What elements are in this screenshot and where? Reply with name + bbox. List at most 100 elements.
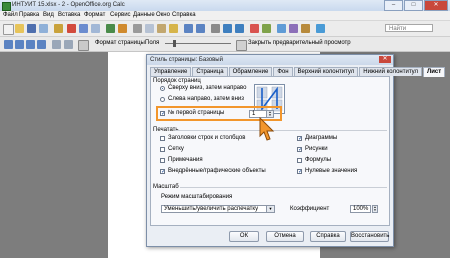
checkbox-objects[interactable]: ✓ [160, 169, 165, 174]
help-button[interactable]: Справка [310, 231, 346, 242]
margins-button[interactable]: Поля [145, 40, 159, 46]
help-icon[interactable] [316, 24, 325, 33]
close-preview-button[interactable]: Закрыть предварительный просмотр [248, 40, 351, 46]
tab-background[interactable]: Фон [273, 67, 293, 76]
undo-icon[interactable] [184, 24, 193, 33]
menu-tools[interactable]: Сервис [110, 12, 131, 18]
data-sources-icon[interactable] [301, 24, 310, 33]
page-order-heading: Порядок страниц [153, 78, 201, 84]
label-drawings[interactable]: Рисунки [305, 146, 328, 152]
radio-left-right-label[interactable]: Слева направо, затем вниз [168, 96, 244, 102]
search-input[interactable]: Найти [385, 24, 433, 32]
label-charts[interactable]: Диаграммы [305, 135, 337, 141]
last-page-icon[interactable] [37, 40, 46, 49]
scale-coefficient-value[interactable]: 100% [353, 206, 368, 212]
gallery-icon[interactable] [289, 24, 298, 33]
tab-sheet[interactable]: Лист [423, 67, 446, 77]
previous-page-icon[interactable] [4, 40, 13, 49]
tab-header[interactable]: Верхний колонтитул [293, 67, 359, 76]
label-formulas[interactable]: Формулы [305, 157, 331, 163]
print-divider [175, 130, 387, 131]
close-preview-icon[interactable] [236, 40, 247, 51]
first-page-icon[interactable] [26, 40, 35, 49]
draw-functions-icon[interactable] [262, 24, 271, 33]
page-preview-icon[interactable] [91, 24, 100, 33]
radio-top-down[interactable] [160, 86, 165, 91]
cut-icon[interactable] [133, 24, 142, 33]
scale-heading: Масштаб [153, 184, 179, 190]
menu-data[interactable]: Данные [133, 12, 155, 18]
ok-button[interactable]: ОК [229, 231, 259, 242]
menu-view[interactable]: Вид [43, 12, 54, 18]
open-folder-icon[interactable] [15, 24, 24, 33]
menu-window[interactable]: Окно [156, 12, 170, 18]
scale-coefficient-label: Коэффициент [290, 206, 330, 212]
scale-mode-value[interactable]: Уменьшить/увеличить распечатку [164, 206, 258, 212]
radio-left-right[interactable] [160, 97, 165, 102]
label-objects[interactable]: Внедрённые/графические объекты [168, 168, 266, 174]
full-screen-icon[interactable] [78, 40, 89, 51]
first-page-number-checkbox[interactable]: ✓ [160, 111, 165, 116]
email-icon[interactable] [39, 24, 48, 33]
checkbox-grid[interactable] [160, 147, 165, 152]
zoom-slider-thumb[interactable] [173, 40, 176, 47]
chart-icon[interactable] [250, 24, 259, 33]
sort-ascending-icon[interactable] [223, 24, 232, 33]
dialog-close-button[interactable]: ✕ [379, 56, 391, 63]
checkbox-row-col-headers[interactable] [160, 136, 165, 141]
export-pdf-icon[interactable] [67, 24, 76, 33]
copy-icon[interactable] [145, 24, 154, 33]
menu-help[interactable]: Справка [172, 12, 196, 18]
preview-toolbar: Формат страницы Поля Закрыть предварител… [0, 37, 450, 52]
menu-bar: Файл Правка Вид Вставка Формат Сервис Да… [0, 11, 450, 21]
reset-button[interactable]: Восстановить [350, 231, 389, 242]
menu-format[interactable]: Формат [84, 12, 105, 18]
maximize-button[interactable]: □ [404, 0, 423, 11]
menu-file[interactable]: Файл [3, 12, 18, 18]
close-button[interactable]: ✕ [424, 0, 448, 11]
label-grid[interactable]: Сетку [168, 146, 184, 152]
tab-footer[interactable]: Нижний колонтитул [359, 67, 423, 76]
checkbox-comments[interactable] [160, 158, 165, 163]
label-zero-values[interactable]: Нулевые значения [305, 168, 357, 174]
edit-file-icon[interactable] [54, 24, 63, 33]
spellcheck-icon[interactable] [106, 24, 115, 33]
checkbox-charts[interactable]: ✓ [297, 136, 302, 141]
minimize-button[interactable]: – [384, 0, 403, 11]
label-row-col-headers[interactable]: Заголовки строк и столбцов [168, 135, 245, 141]
page-format-button[interactable]: Формат страницы [95, 40, 145, 46]
sort-descending-icon[interactable] [235, 24, 244, 33]
cancel-button[interactable]: Отмена [266, 231, 304, 242]
dialog-titlebar: Стиль страницы: Базовый ✕ [147, 55, 393, 65]
label-comments[interactable]: Примечания [168, 157, 203, 163]
paste-icon[interactable] [157, 24, 166, 33]
checkbox-formulas[interactable] [297, 158, 302, 163]
menu-edit[interactable]: Правка [19, 12, 39, 18]
new-document-icon[interactable] [3, 24, 14, 35]
radio-top-down-label[interactable]: Сверху вниз, затем направо [168, 85, 246, 91]
checkbox-drawings[interactable]: ✓ [297, 147, 302, 152]
redo-icon[interactable] [196, 24, 205, 33]
tab-organizer[interactable]: Управление [150, 67, 192, 76]
zoom-out-icon[interactable] [64, 40, 73, 49]
first-page-number-value[interactable]: 1 [252, 111, 255, 117]
navigator-icon[interactable] [277, 24, 286, 33]
zoom-in-icon[interactable] [52, 40, 61, 49]
tab-page[interactable]: Страница [192, 67, 228, 76]
window-title: ИНТУИТ 15.xlsx - 2 - OpenOffice.org Calc [12, 2, 125, 8]
first-page-number-label[interactable]: № первой страницы [168, 110, 224, 116]
print-icon[interactable] [79, 24, 88, 33]
scale-coefficient-input[interactable]: 100% [350, 205, 371, 213]
format-paintbrush-icon[interactable] [169, 24, 178, 33]
checkbox-zero-values[interactable]: ✓ [297, 169, 302, 174]
menu-insert[interactable]: Вставка [58, 12, 80, 18]
scale-mode-label: Режим масштабирования [161, 194, 233, 200]
hyperlink-icon[interactable] [211, 24, 220, 33]
chevron-down-icon[interactable]: ▼ [266, 206, 274, 212]
tab-borders[interactable]: Обрамление [228, 67, 273, 76]
save-icon[interactable] [27, 24, 36, 33]
next-page-icon[interactable] [15, 40, 24, 49]
scale-mode-select[interactable]: Уменьшить/увеличить распечатку ▼ [161, 205, 275, 213]
autospell-icon[interactable] [118, 24, 127, 33]
coefficient-spinner-icon[interactable]: ▲ ▼ [372, 205, 378, 213]
